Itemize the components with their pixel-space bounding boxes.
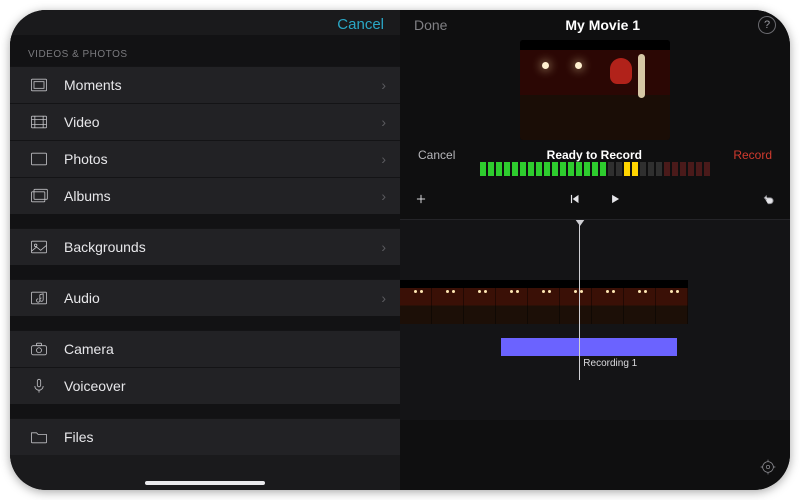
audio-level-meter (400, 164, 790, 184)
sidebar-item-label: Files (64, 429, 386, 445)
media-picker-panel: Cancel Videos & Photos Moments › Video ›… (10, 10, 400, 490)
folder-icon (28, 427, 50, 447)
sidebar-item-audio[interactable]: Audio › (10, 279, 400, 316)
sidebar-item-label: Camera (64, 341, 386, 357)
audio-clip[interactable] (501, 338, 677, 356)
sidebar-item-label: Voiceover (64, 378, 386, 394)
audio-icon (28, 288, 50, 308)
sidebar-item-label: Backgrounds (64, 239, 381, 255)
albums-icon (28, 186, 50, 206)
chevron-right-icon: › (381, 239, 386, 255)
sidebar-item-camera[interactable]: Camera (10, 330, 400, 367)
sidebar-item-voiceover[interactable]: Voiceover (10, 367, 400, 404)
record-status-label: Ready to Record (455, 148, 733, 162)
microphone-icon (28, 376, 50, 396)
sidebar-item-files[interactable]: Files (10, 418, 400, 455)
photos-icon (28, 149, 50, 169)
sidebar-item-label: Video (64, 114, 381, 130)
picker-cancel-button[interactable]: Cancel (337, 16, 384, 33)
timeline[interactable]: Recording 1 (400, 220, 790, 420)
sidebar-item-label: Albums (64, 188, 381, 204)
chevron-right-icon: › (381, 151, 386, 167)
help-button[interactable]: ? (758, 16, 776, 34)
chevron-right-icon: › (381, 188, 386, 204)
chevron-right-icon: › (381, 77, 386, 93)
add-media-button[interactable] (414, 192, 428, 211)
preview-viewport (520, 40, 670, 140)
video-track[interactable] (400, 280, 677, 324)
chevron-right-icon: › (381, 114, 386, 130)
backgrounds-icon (28, 237, 50, 257)
camera-icon (28, 339, 50, 359)
project-settings-button[interactable] (760, 459, 776, 480)
video-icon (28, 112, 50, 132)
sidebar-item-backgrounds[interactable]: Backgrounds › (10, 228, 400, 265)
sidebar-item-label: Audio (64, 290, 381, 306)
moments-icon (28, 75, 50, 95)
playhead[interactable] (579, 220, 580, 380)
sidebar-item-moments[interactable]: Moments › (10, 66, 400, 103)
sidebar-item-label: Moments (64, 77, 381, 93)
chevron-right-icon: › (381, 290, 386, 306)
sidebar-item-albums[interactable]: Albums › (10, 177, 400, 214)
sidebar-item-photos[interactable]: Photos › (10, 140, 400, 177)
skip-to-start-button[interactable] (568, 192, 582, 211)
project-title: My Movie 1 (447, 17, 758, 33)
sidebar-item-video[interactable]: Video › (10, 103, 400, 140)
record-button[interactable]: Record (733, 148, 772, 162)
editor-panel: Done My Movie 1 ? Cancel Ready to Record… (400, 10, 790, 490)
section-header-videos-photos: Videos & Photos (10, 35, 400, 66)
record-cancel-button[interactable]: Cancel (418, 148, 455, 162)
home-indicator (145, 481, 265, 485)
undo-button[interactable] (762, 192, 776, 211)
sidebar-item-label: Photos (64, 151, 381, 167)
done-button[interactable]: Done (414, 17, 447, 33)
audio-clip-label: Recording 1 (583, 358, 637, 369)
play-button[interactable] (608, 192, 622, 211)
